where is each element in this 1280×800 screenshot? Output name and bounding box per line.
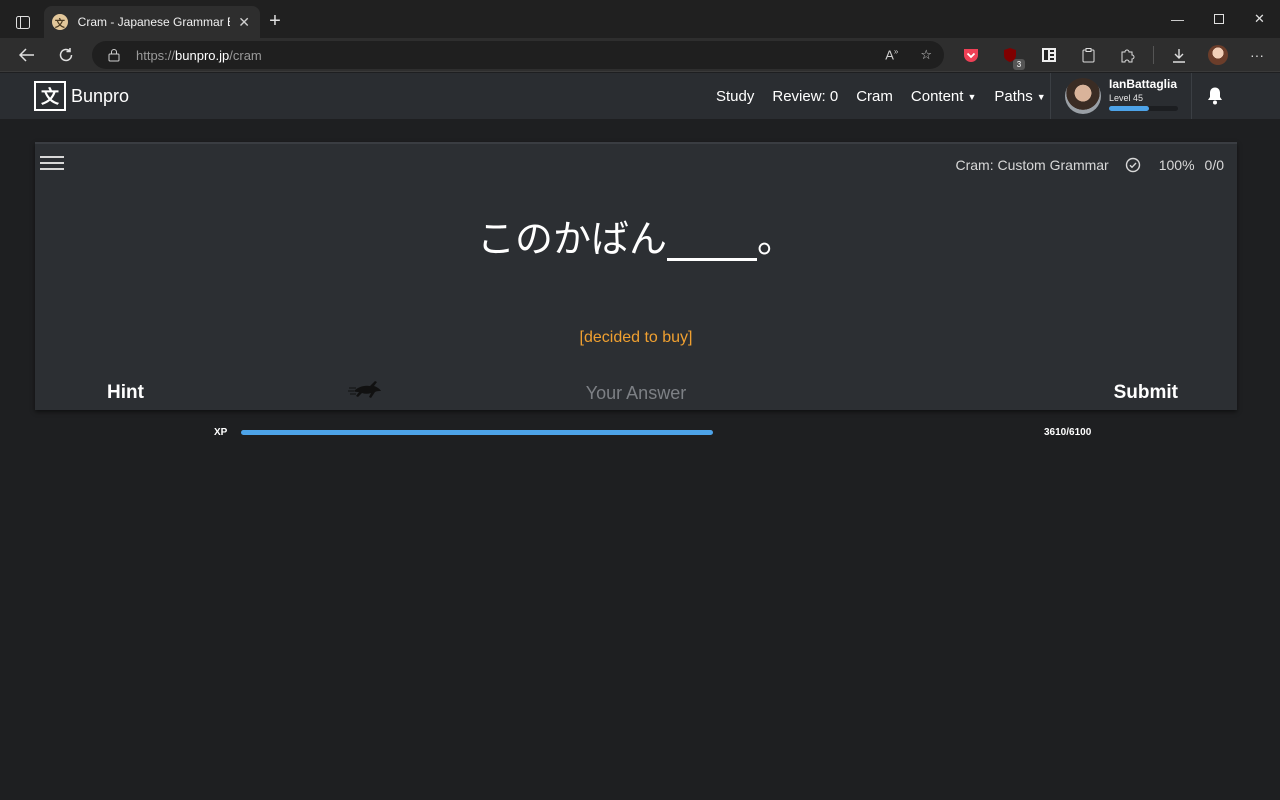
avatar xyxy=(1065,78,1101,114)
add-favorite-icon[interactable]: ☆ xyxy=(920,47,932,63)
nav-paths-dropdown[interactable]: Paths ▼ xyxy=(994,88,1045,105)
site-header: 文 Bunpro Study Review: 0 Cram Content ▼ P… xyxy=(0,73,1280,119)
url-text: https://bunpro.jp/cram xyxy=(136,47,262,63)
main-nav: Study Review: 0 Cram Content ▼ Paths ▼ xyxy=(716,73,1064,119)
user-level: Level 45 xyxy=(1109,93,1144,103)
reader-extension-icon[interactable] xyxy=(1036,42,1062,68)
ublock-badge: 3 xyxy=(1013,59,1025,70)
browser-toolbar: https://bunpro.jp/cram A» ☆ 3 ··· xyxy=(0,38,1280,72)
maximize-icon[interactable] xyxy=(1198,0,1239,38)
xp-value: 3610/6100 xyxy=(1044,427,1092,438)
tab-actions-icon[interactable] xyxy=(10,10,36,34)
ublock-icon[interactable]: 3 xyxy=(997,42,1025,70)
level-progress-fill xyxy=(1109,106,1150,111)
read-aloud-icon[interactable]: A» xyxy=(885,47,898,62)
downloads-icon[interactable] xyxy=(1166,42,1192,68)
xp-progress-bar xyxy=(241,430,1039,435)
close-window-icon[interactable]: ✕ xyxy=(1239,0,1280,38)
extensions-row: 3 ··· xyxy=(958,42,1280,70)
tab-close-icon[interactable]: ✕ xyxy=(236,14,252,31)
cram-status: Cram: Custom Grammar 100% 0/0 xyxy=(955,157,1224,173)
pocket-icon[interactable] xyxy=(958,42,984,68)
hint-button[interactable]: Hint xyxy=(107,382,144,404)
level-progress-bar xyxy=(1109,106,1178,111)
browser-tab-active[interactable]: 文 Cram - Japanese Grammar Expla ✕ xyxy=(44,6,260,38)
minimize-icon[interactable]: — xyxy=(1157,0,1198,38)
cram-question-panel: Cram: Custom Grammar 100% 0/0 このかばん 。 [de… xyxy=(35,142,1237,410)
nav-cram[interactable]: Cram xyxy=(856,88,893,105)
nav-study[interactable]: Study xyxy=(716,88,754,105)
xp-progress-fill xyxy=(241,430,714,435)
new-tab-icon[interactable]: + xyxy=(264,10,286,32)
reload-icon[interactable] xyxy=(53,42,79,68)
profile-avatar-icon[interactable] xyxy=(1205,42,1231,68)
clipboard-icon[interactable] xyxy=(1075,42,1101,68)
window-controls: — ✕ xyxy=(1157,0,1280,38)
back-icon[interactable] xyxy=(14,42,40,68)
more-options-icon[interactable]: ··· xyxy=(1244,42,1270,68)
tab-title: Cram - Japanese Grammar Expla xyxy=(77,15,231,29)
xp-label: XP xyxy=(214,427,228,438)
check-circle-icon xyxy=(1125,157,1140,173)
accuracy-percent: 100% xyxy=(1158,157,1195,173)
answer-input[interactable] xyxy=(455,378,817,408)
logo-text: Bunpro xyxy=(71,85,130,106)
sentence-before: このかばん xyxy=(476,217,667,261)
answer-blank xyxy=(667,221,757,261)
sentence-after: 。 xyxy=(757,217,796,261)
bunpro-logo-icon: 文 xyxy=(34,81,66,111)
address-bar[interactable]: https://bunpro.jp/cram A» ☆ xyxy=(92,41,944,69)
chevron-down-icon: ▼ xyxy=(1036,91,1046,102)
nav-content-label: Content xyxy=(910,87,964,105)
question-count: 0/0 xyxy=(1204,157,1224,173)
english-hint: [decided to buy] xyxy=(579,329,693,346)
nav-paths-label: Paths xyxy=(994,87,1033,105)
bunpro-logo[interactable]: 文 Bunpro xyxy=(34,81,129,111)
toolbar-separator xyxy=(1153,46,1154,64)
browser-titlebar: 文 Cram - Japanese Grammar Expla ✕ + — ✕ xyxy=(0,0,1280,38)
cram-mode-label: Cram: Custom Grammar xyxy=(955,157,1109,173)
submit-button[interactable]: Submit xyxy=(1114,382,1178,404)
user-menu[interactable]: IanBattaglia Level 45 xyxy=(1050,73,1192,119)
chevron-down-icon: ▼ xyxy=(967,91,977,102)
nav-review[interactable]: Review: 0 xyxy=(772,88,838,105)
extensions-puzzle-icon[interactable] xyxy=(1114,42,1140,68)
hamburger-menu-icon[interactable] xyxy=(40,156,64,174)
notifications-bell-icon[interactable] xyxy=(1206,86,1224,106)
running-rabbit-icon xyxy=(348,381,381,398)
bunpro-favicon-icon: 文 xyxy=(52,14,68,30)
user-name: IanBattaglia xyxy=(1109,77,1178,91)
nav-content-dropdown[interactable]: Content ▼ xyxy=(911,88,976,105)
lock-icon[interactable] xyxy=(108,48,120,62)
question-sentence: このかばん 。 xyxy=(35,208,1237,263)
